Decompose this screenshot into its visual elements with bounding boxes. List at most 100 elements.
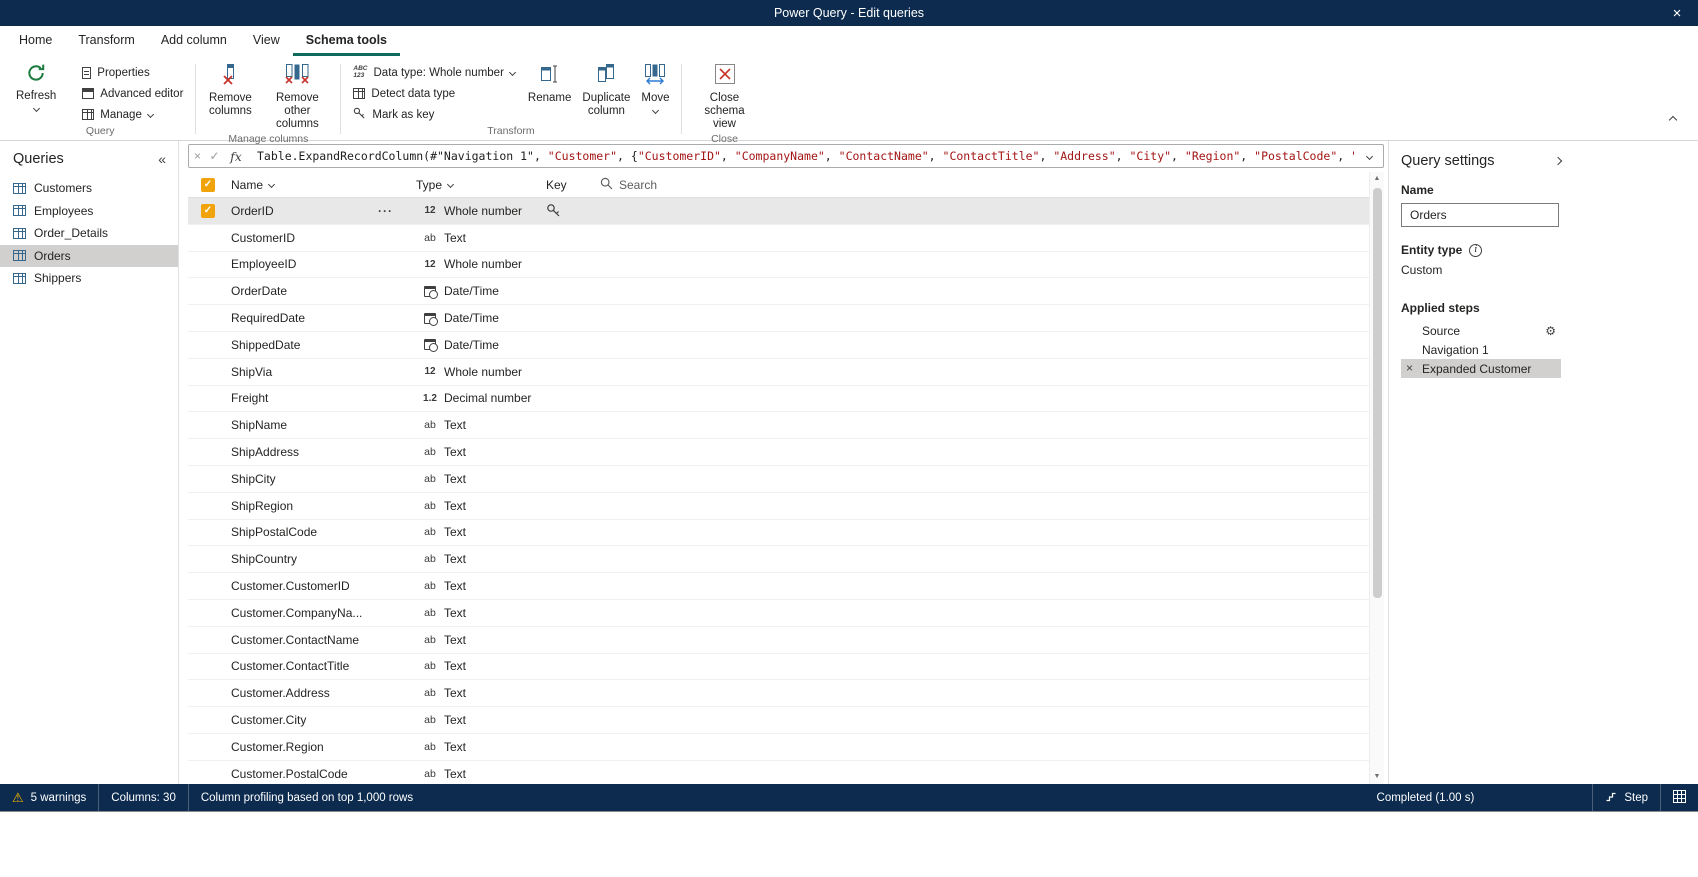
schema-row-shipregion[interactable]: ShipRegionabText — [188, 493, 1369, 520]
warning-icon: ⚠ — [12, 790, 24, 806]
column-type: Text — [444, 686, 544, 700]
scroll-down-icon[interactable]: ▼ — [1374, 770, 1381, 784]
row-more-options-icon[interactable]: ··· — [378, 204, 416, 218]
schema-row-customerid[interactable]: CustomerIDabText — [188, 225, 1369, 252]
applied-step-source[interactable]: Source⚙ — [1401, 321, 1561, 340]
column-type: Text — [444, 579, 544, 593]
collapse-queries-icon[interactable]: « — [158, 153, 166, 165]
tab-home[interactable]: Home — [6, 26, 65, 56]
ribbon-tab-bar: HomeTransformAdd columnViewSchema tools — [0, 26, 1698, 56]
scroll-up-icon[interactable]: ▲ — [1374, 172, 1381, 186]
table-icon — [13, 228, 26, 239]
formula-text[interactable]: Table.ExpandRecordColumn(#"Navigation 1"… — [249, 149, 1355, 163]
remove-columns-button[interactable]: Remove columns — [201, 58, 259, 120]
search-placeholder: Search — [619, 178, 657, 192]
mark-as-key-button[interactable]: Mark as key — [346, 104, 522, 125]
column-type: Text — [444, 231, 544, 245]
schema-row-orderdate[interactable]: OrderDateDate/Time — [188, 278, 1369, 305]
type-ab-icon: ab — [416, 607, 444, 619]
title-bar: Power Query - Edit queries × — [0, 0, 1698, 26]
expand-formula-bar-button[interactable] — [1355, 154, 1383, 159]
advanced-editor-button[interactable]: Advanced editor — [75, 83, 190, 104]
schema-row-shipcountry[interactable]: ShipCountryabText — [188, 546, 1369, 573]
schema-row-customer-region[interactable]: Customer.RegionabText — [188, 734, 1369, 761]
search-input[interactable]: Search — [600, 177, 1369, 193]
column-name: ShipCountry — [231, 552, 378, 566]
schema-row-shipcity[interactable]: ShipCityabText — [188, 466, 1369, 493]
data-view-button[interactable] — [1661, 784, 1698, 811]
warnings-status[interactable]: ⚠ 5 warnings — [0, 784, 98, 811]
close-window-icon[interactable]: × — [1656, 0, 1698, 26]
select-all-checkbox[interactable]: ✓ — [201, 178, 215, 192]
duplicate-column-label: Duplicate column — [582, 92, 630, 118]
ribbon-group-query: Refresh Properties Advanced editor — [10, 58, 190, 140]
divider — [681, 64, 682, 134]
header-type[interactable]: Type — [416, 178, 544, 192]
schema-row-customer-address[interactable]: Customer.AddressabText — [188, 680, 1369, 707]
schema-row-shipaddress[interactable]: ShipAddressabText — [188, 439, 1369, 466]
schema-row-employeeid[interactable]: EmployeeID12Whole number — [188, 252, 1369, 279]
query-item-employees[interactable]: Employees — [0, 200, 178, 223]
query-name-input[interactable] — [1401, 203, 1559, 227]
header-name[interactable]: Name — [231, 178, 416, 192]
entity-type-text: Entity type — [1401, 243, 1462, 257]
chevron-down-icon — [1365, 152, 1372, 159]
header-name-label: Name — [231, 178, 263, 192]
step-button[interactable]: Step — [1593, 784, 1660, 811]
advanced-editor-icon — [82, 88, 94, 99]
schema-row-freight[interactable]: Freight1.2Decimal number — [188, 386, 1369, 413]
query-item-shippers[interactable]: Shippers — [0, 267, 178, 290]
schema-row-orderid[interactable]: ✓OrderID···12Whole number — [188, 198, 1369, 225]
tab-transform[interactable]: Transform — [65, 26, 148, 56]
info-icon[interactable]: i — [1469, 244, 1482, 257]
close-schema-view-button[interactable]: Close schema view — [687, 58, 763, 133]
profiling-status[interactable]: Column profiling based on top 1,000 rows — [189, 784, 425, 811]
delete-step-icon[interactable]: × — [1406, 359, 1413, 378]
schema-row-requireddate[interactable]: RequiredDateDate/Time — [188, 305, 1369, 332]
duplicate-column-button[interactable]: Duplicate column — [577, 58, 635, 120]
formula-accept-icon[interactable]: ✓ — [206, 149, 223, 163]
completed-label: Completed (1.00 s) — [1377, 792, 1475, 804]
formula-cancel-icon[interactable]: × — [189, 149, 206, 163]
refresh-label: Refresh — [16, 90, 56, 103]
tab-schema-tools[interactable]: Schema tools — [293, 26, 400, 56]
schema-row-customer-city[interactable]: Customer.CityabText — [188, 707, 1369, 734]
column-name: ShipRegion — [231, 499, 378, 513]
schema-row-customer-postalcode[interactable]: Customer.PostalCodeabText — [188, 761, 1369, 784]
table-icon — [13, 183, 26, 194]
move-button[interactable]: Move — [635, 58, 675, 115]
applied-step-expanded-customer[interactable]: ×Expanded Customer — [1401, 359, 1561, 378]
manage-button[interactable]: Manage — [75, 104, 190, 125]
detect-data-type-button[interactable]: Detect data type — [346, 83, 522, 104]
vertical-scrollbar[interactable]: ▲ ▼ — [1369, 172, 1384, 784]
column-name: Freight — [231, 391, 378, 405]
collapse-settings-icon[interactable] — [1554, 157, 1562, 165]
rename-button[interactable]: Rename — [522, 58, 577, 107]
schema-row-customer-customerid[interactable]: Customer.CustomerIDabText — [188, 573, 1369, 600]
tab-add-column[interactable]: Add column — [148, 26, 240, 56]
data-type-button[interactable]: ABC123 Data type: Whole number — [346, 62, 522, 83]
remove-other-columns-button[interactable]: Remove other columns — [259, 58, 335, 133]
schema-row-customer-contactname[interactable]: Customer.ContactNameabText — [188, 627, 1369, 654]
tab-view[interactable]: View — [240, 26, 293, 56]
schema-row-customer-companyna[interactable]: Customer.CompanyNa...abText — [188, 600, 1369, 627]
applied-steps-list: Source⚙Navigation 1×Expanded Customer — [1401, 321, 1561, 378]
row-checkbox[interactable]: ✓ — [201, 204, 215, 218]
refresh-button[interactable]: Refresh — [10, 58, 62, 113]
schema-row-shippostalcode[interactable]: ShipPostalCodeabText — [188, 520, 1369, 547]
schema-row-shippeddate[interactable]: ShippedDateDate/Time — [188, 332, 1369, 359]
applied-step-navigation-1[interactable]: Navigation 1 — [1401, 340, 1561, 359]
schema-row-customer-contacttitle[interactable]: Customer.ContactTitleabText — [188, 654, 1369, 681]
collapse-ribbon-button[interactable] — [1666, 106, 1680, 132]
query-item-orders[interactable]: Orders — [0, 245, 178, 268]
schema-row-shipvia[interactable]: ShipVia12Whole number — [188, 359, 1369, 386]
properties-button[interactable]: Properties — [75, 62, 190, 83]
column-type: Date/Time — [444, 338, 544, 352]
column-type: Text — [444, 767, 544, 781]
scrollbar-thumb[interactable] — [1373, 188, 1382, 598]
query-item-customers[interactable]: Customers — [0, 177, 178, 200]
manage-label: Manage — [100, 109, 142, 121]
query-item-order-details[interactable]: Order_Details — [0, 222, 178, 245]
schema-row-shipname[interactable]: ShipNameabText — [188, 412, 1369, 439]
step-settings-gear-icon[interactable]: ⚙ — [1545, 324, 1561, 338]
